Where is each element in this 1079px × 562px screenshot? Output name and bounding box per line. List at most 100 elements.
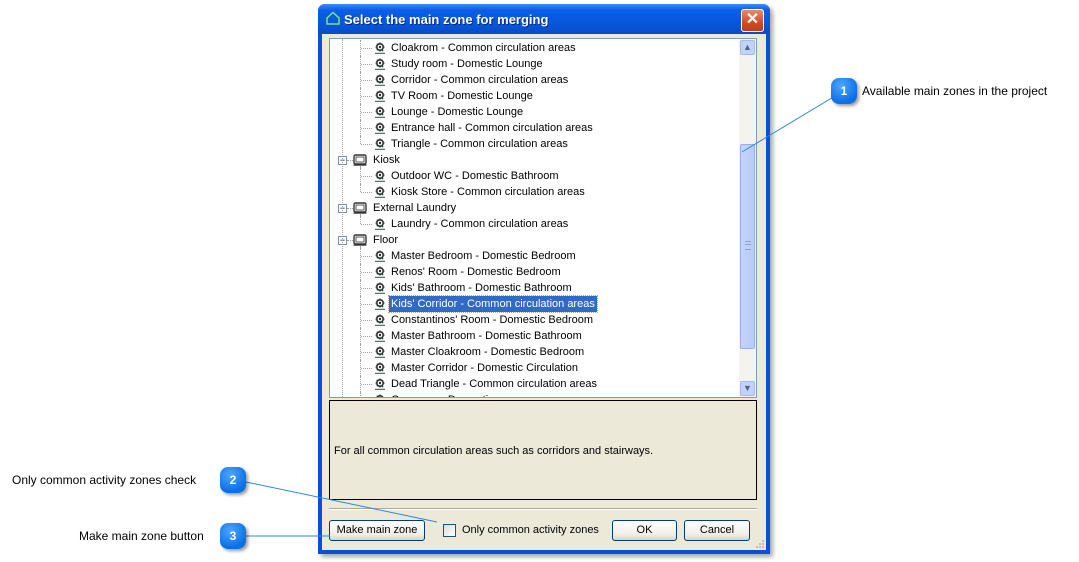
zone-gear-icon [374,298,386,311]
tree-line [361,176,372,177]
scroll-thumb[interactable] [740,144,755,349]
tree-item-label: Kiosk [373,154,400,166]
zone-gear-icon [374,282,386,295]
zone-gear-icon [374,90,386,103]
cancel-button[interactable]: Cancel [684,520,750,541]
zone-gear-icon [374,250,386,263]
dialog-client: Cloakrom - Common circulation areas Study… [322,34,766,550]
scroll-up-button[interactable]: ▲ [740,40,755,55]
tree-line [361,80,372,81]
tree-item-label: Triangle - Common circulation areas [391,138,568,150]
tree-line [360,184,361,192]
tree-line [361,96,372,97]
zone-gear-icon [374,122,386,135]
callout-1-badge: 1 [831,78,857,104]
tree-item-label: Corridor - Common circulation areas [391,74,569,86]
zone-gear-icon [374,58,386,71]
callout-3-badge: 3 [220,523,246,549]
tree-item-label: Gxxxxxxx - Domestic ... [389,392,508,397]
tree-line [361,112,372,113]
tree-item-label: Floor [373,234,399,246]
only-common-zones-checkbox[interactable] [443,524,456,537]
tree-item-label: Study room - Domestic Lounge [391,58,543,70]
merge-zone-dialog: Select the main zone for merging ✕ Cloak… [318,4,770,554]
close-icon: ✕ [745,11,760,28]
close-button[interactable]: ✕ [741,9,764,32]
grip-icon [745,241,751,250]
tree-line [360,136,361,144]
zone-gear-icon [374,186,386,199]
only-common-zones-label[interactable]: Only common activity zones [462,524,599,536]
tree-line [361,224,372,225]
zone-description-panel: For all common circulation areas such as… [329,400,757,500]
chevron-up-icon: ▲ [743,42,752,52]
title-bar[interactable]: Select the main zone for merging ✕ [318,4,770,34]
callout-1-text: Available main zones in the project [862,84,1048,98]
tree-item-label: Master Corridor - Domestic Circulation [391,362,579,374]
zone-gear-icon [374,394,386,397]
tree-line [361,192,372,193]
tree-item-label: TV Room - Domestic Lounge [391,90,533,102]
callout-2-badge: 2 [220,467,246,493]
tree-line [342,39,343,397]
zone-gear-icon [374,362,386,375]
ok-button[interactable]: OK [612,520,677,541]
tree-item-label: Outdoor WC - Domestic Bathroom [391,170,559,182]
tree-line [361,320,372,321]
make-main-zone-button[interactable]: Make main zone [329,520,425,541]
tree-line [361,336,372,337]
tree-item-label: Master Cloakroom - Domestic Bedroom [391,346,585,358]
tree-line [361,368,372,369]
zone-gear-icon [374,170,386,183]
zone-gear-icon [374,314,386,327]
vertical-scrollbar[interactable]: ▲ ▼ [739,39,756,397]
house-icon [326,11,340,25]
tree-line [361,304,372,305]
make-main-zone-label: Make main zone [336,524,418,536]
tree-item-label: Constantinos' Room - Domestic Bedroom [391,314,594,326]
cancel-label: Cancel [699,524,735,536]
zone-tree[interactable]: Cloakrom - Common circulation areas Study… [329,38,757,398]
tree-item-label: Kiosk Store - Common circulation areas [391,186,585,198]
zone-gear-icon [374,138,386,151]
zone-gear-icon [374,266,386,279]
tree-item-label: Entrance hall - Common circulation areas [391,122,593,134]
tree-item-label: Master Bedroom - Domestic Bedroom [391,250,576,262]
building-icon [353,202,367,214]
tree-line [361,256,372,257]
scroll-down-button[interactable]: ▼ [740,381,755,396]
chevron-down-icon: ▼ [743,383,752,393]
callout-3-text: Make main zone button [79,529,204,543]
tree-item-label: Dead Triangle - Common circulation areas [391,378,598,390]
tree-item-label: External Laundry [373,202,457,214]
tree-item-label: Cloakrom - Common circulation areas [391,42,576,54]
zone-gear-icon [374,106,386,119]
tree-item-label: Laundry - Common circulation areas [391,218,569,230]
tree-item-label: Lounge - Domestic Lounge [391,106,524,118]
zone-gear-icon [374,74,386,87]
tree-item-label: Kids' Bathroom - Domestic Bathroom [391,282,572,294]
separator [329,508,757,510]
building-icon [353,234,367,246]
tree-line [361,128,372,129]
zone-gear-icon [374,42,386,55]
zone-gear-icon [374,330,386,343]
tree-item-label: Renos' Room - Domestic Bedroom [391,266,561,278]
zone-description: For all common circulation areas such as… [334,445,654,457]
tree-line [361,144,372,145]
zone-gear-icon [374,218,386,231]
tree-item-label: Master Bathroom - Domestic Bathroom [391,330,582,342]
tree-line [360,392,361,397]
tree-line [361,272,372,273]
zone-gear-icon [374,346,386,359]
tree-line [361,64,372,65]
tree-line [361,48,372,49]
callout-2-text: Only common activity zones check [12,473,197,487]
tree-line [361,352,372,353]
resize-grip-icon[interactable] [755,539,765,549]
ok-label: OK [636,524,653,536]
tree-line [360,216,361,224]
tree-line [361,288,372,289]
dialog-title: Select the main zone for merging [344,12,549,27]
tree-item-label: Kids' Corridor - Common circulation area… [388,295,598,313]
